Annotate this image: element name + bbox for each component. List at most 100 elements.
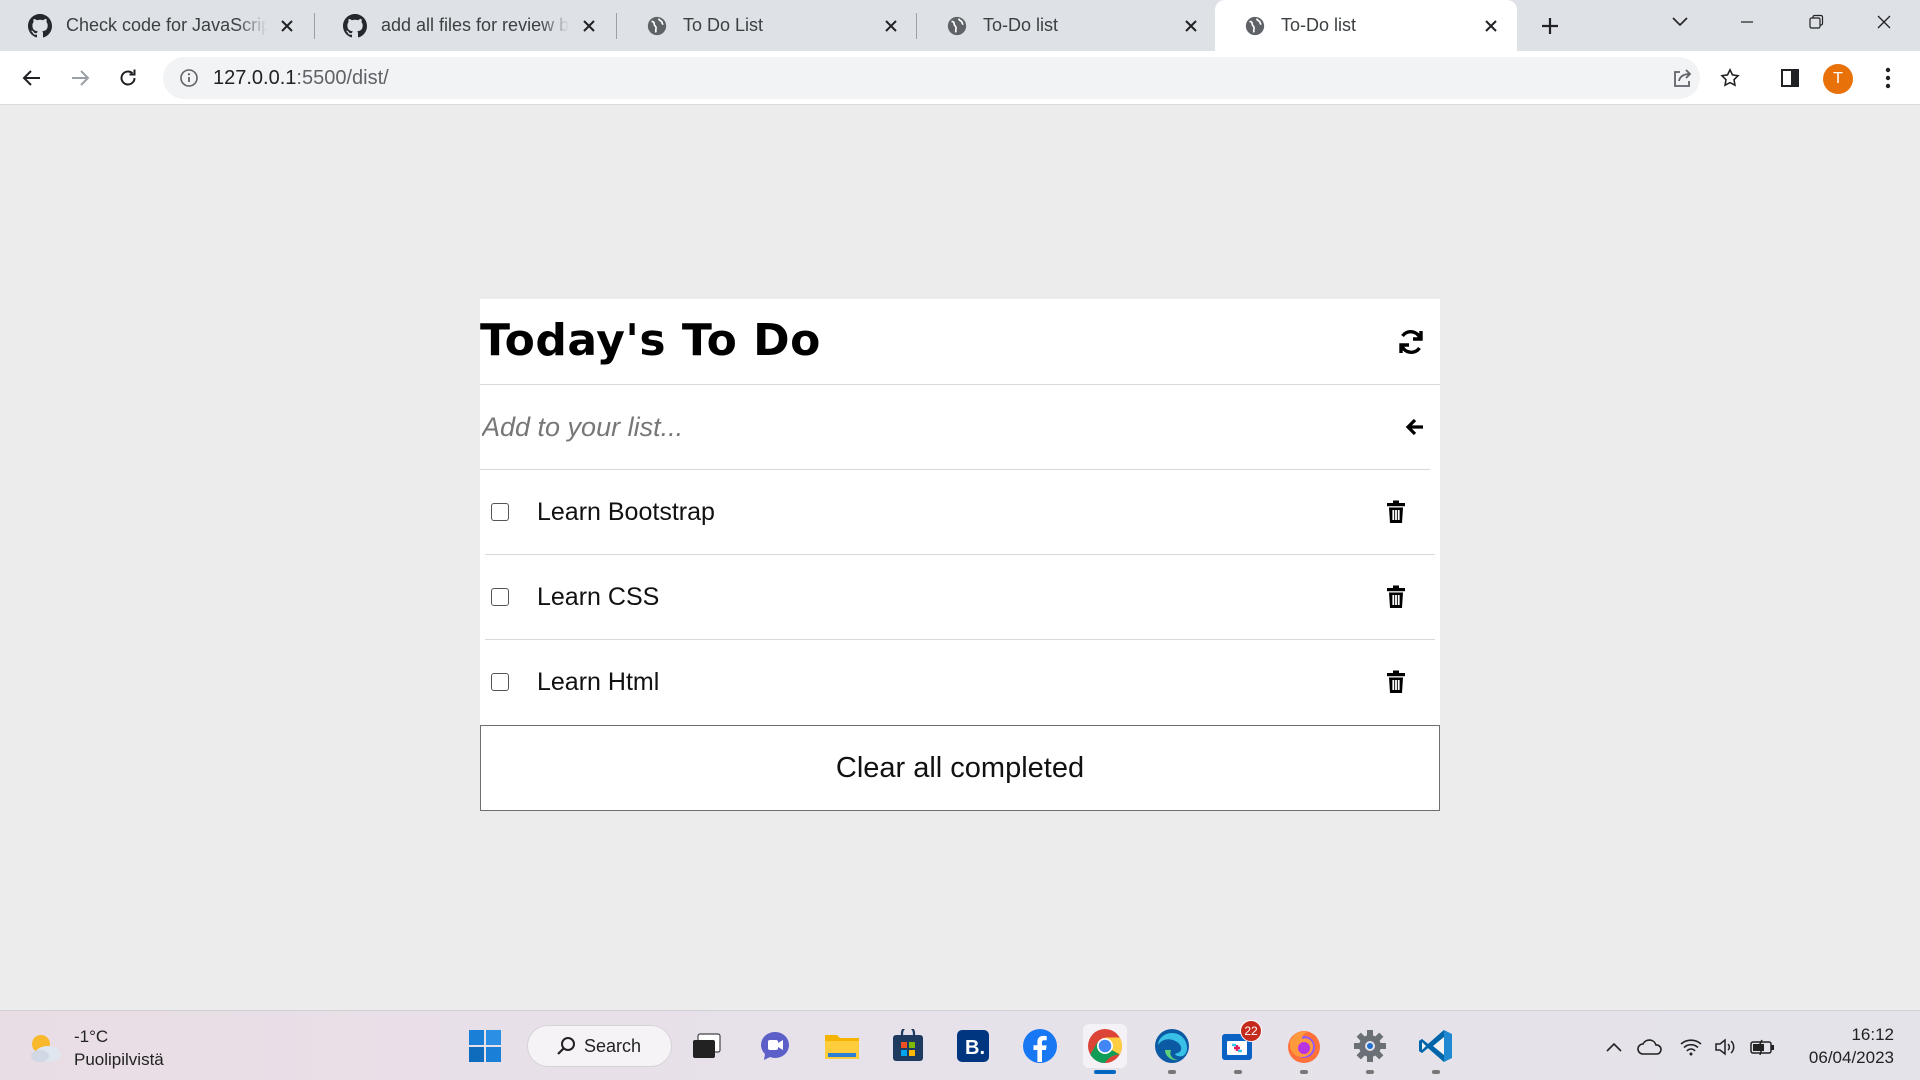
list-item: Learn Bootstrap xyxy=(485,470,1435,555)
start-button[interactable] xyxy=(463,1024,507,1068)
side-panel-button[interactable] xyxy=(1774,62,1806,94)
reload-button[interactable] xyxy=(112,62,144,94)
running-indicator xyxy=(1168,1070,1176,1074)
active-indicator xyxy=(1094,1070,1116,1074)
network-button[interactable] xyxy=(1677,1033,1705,1061)
new-tab-button[interactable] xyxy=(1534,10,1566,42)
bookmark-button[interactable] xyxy=(1714,62,1746,94)
tab-title: To-Do list xyxy=(1281,15,1357,35)
volume-button[interactable] xyxy=(1712,1033,1740,1061)
search-label: Search xyxy=(584,1035,642,1056)
tab-title: To-Do list xyxy=(983,15,1059,35)
list-item: Learn Html xyxy=(485,640,1435,725)
folder-icon xyxy=(825,1035,859,1059)
restore-button[interactable] xyxy=(1796,6,1836,38)
trash-icon[interactable] xyxy=(1387,670,1405,694)
facebook-icon xyxy=(1023,1029,1057,1063)
store-icon xyxy=(893,1029,923,1061)
todo-label: Learn CSS xyxy=(537,583,660,611)
cloud-icon xyxy=(1637,1039,1662,1055)
weather-widget[interactable]: -1°C Puolipilvistä xyxy=(26,1025,164,1071)
tab-to-do-list-active[interactable]: To-Do list xyxy=(1215,0,1517,51)
address-bar[interactable]: 127.0.0.1:5500/dist/ xyxy=(163,57,1700,99)
submit-todo-button[interactable] xyxy=(1400,413,1430,441)
arrow-right-icon xyxy=(72,70,90,86)
github-icon xyxy=(343,13,367,38)
globe-icon xyxy=(1243,14,1267,38)
share-button[interactable] xyxy=(1666,62,1698,94)
tab-add-all-files[interactable]: add all files for review by xyxy=(315,0,615,51)
todo-label: Learn Html xyxy=(537,668,660,696)
taskbar: -1°C Puolipilvistä Search B. 22 16:12 06… xyxy=(0,1010,1920,1080)
clock-date: 06/04/2023 xyxy=(1808,1048,1894,1067)
tab-to-do-list-2[interactable]: To-Do list xyxy=(917,0,1217,51)
tab-strip: Check code for JavaScript add all files … xyxy=(0,0,1920,51)
taskbar-search[interactable]: Search xyxy=(527,1025,672,1067)
todo-card: Today's To Do Learn Bootstrap xyxy=(480,299,1440,725)
page-viewport: Today's To Do Learn Bootstrap xyxy=(0,106,1920,1010)
side-panel-icon xyxy=(1781,69,1799,87)
tab-check-code[interactable]: Check code for JavaScript xyxy=(0,0,313,51)
tab-search-button[interactable] xyxy=(1660,6,1700,38)
clock-time: 16:12 xyxy=(1851,1025,1894,1044)
booking-app-button[interactable]: B. xyxy=(951,1024,995,1068)
task-view-button[interactable] xyxy=(684,1024,728,1068)
trash-icon[interactable] xyxy=(1387,585,1405,609)
file-explorer-button[interactable] xyxy=(820,1024,864,1068)
globe-icon xyxy=(645,14,669,38)
edge-button[interactable] xyxy=(1150,1024,1194,1074)
close-tab-icon[interactable] xyxy=(577,14,601,38)
profile-avatar[interactable]: T xyxy=(1823,64,1853,94)
wifi-icon xyxy=(1680,1039,1702,1056)
mail-app-button[interactable]: 22 xyxy=(1216,1020,1262,1074)
close-tab-icon[interactable] xyxy=(879,14,903,38)
partly-cloudy-icon xyxy=(31,1035,61,1062)
info-icon[interactable] xyxy=(177,66,201,90)
running-indicator xyxy=(1366,1070,1374,1074)
teams-chat-button[interactable] xyxy=(753,1024,797,1068)
svg-text:B.: B. xyxy=(965,1037,985,1059)
browser-menu-button[interactable] xyxy=(1872,62,1904,94)
edge-icon xyxy=(1155,1029,1189,1063)
todo-checkbox[interactable] xyxy=(491,588,509,606)
chrome-button[interactable] xyxy=(1083,1024,1127,1074)
settings-button[interactable] xyxy=(1348,1024,1392,1074)
close-window-button[interactable] xyxy=(1864,6,1904,38)
browser-toolbar: 127.0.0.1:5500/dist/ T xyxy=(0,51,1920,105)
todo-header: Today's To Do xyxy=(480,299,1440,385)
share-icon xyxy=(1674,69,1692,87)
chevron-down-icon xyxy=(1672,17,1688,27)
refresh-icon[interactable] xyxy=(1396,327,1426,357)
close-tab-icon[interactable] xyxy=(1179,14,1203,38)
tab-to-do-list-1[interactable]: To Do List xyxy=(617,0,917,51)
globe-icon xyxy=(945,14,969,38)
todo-label: Learn Bootstrap xyxy=(537,498,715,526)
vscode-button[interactable] xyxy=(1414,1024,1458,1074)
onedrive-button[interactable] xyxy=(1636,1033,1664,1061)
show-hidden-icons-button[interactable] xyxy=(1600,1033,1628,1061)
battery-button[interactable] xyxy=(1749,1033,1777,1061)
url-text: 127.0.0.1:5500/dist/ xyxy=(213,57,389,99)
trash-icon[interactable] xyxy=(1387,500,1405,524)
todo-checkbox[interactable] xyxy=(491,673,509,691)
url-host: 127.0.0.1 xyxy=(213,67,297,89)
arrow-left-icon xyxy=(1405,418,1423,436)
todo-checkbox[interactable] xyxy=(491,503,509,521)
microsoft-store-button[interactable] xyxy=(886,1024,930,1068)
clock[interactable]: 16:12 06/04/2023 xyxy=(1809,1023,1894,1069)
facebook-button[interactable] xyxy=(1018,1024,1062,1068)
clear-completed-button[interactable]: Clear all completed xyxy=(480,725,1440,811)
close-tab-icon[interactable] xyxy=(275,14,299,38)
chat-icon xyxy=(761,1032,789,1060)
running-indicator xyxy=(1432,1070,1440,1074)
back-button[interactable] xyxy=(16,62,48,94)
add-todo-input[interactable] xyxy=(482,385,1382,469)
close-tab-icon[interactable] xyxy=(1479,14,1503,38)
chevron-up-icon xyxy=(1606,1042,1622,1052)
firefox-button[interactable] xyxy=(1282,1024,1326,1074)
search-icon xyxy=(556,1036,576,1056)
tab-title: Check code for JavaScript xyxy=(66,15,267,35)
minimize-button[interactable] xyxy=(1727,6,1767,38)
url-path: :5500/dist/ xyxy=(296,67,389,89)
forward-button[interactable] xyxy=(64,62,96,94)
